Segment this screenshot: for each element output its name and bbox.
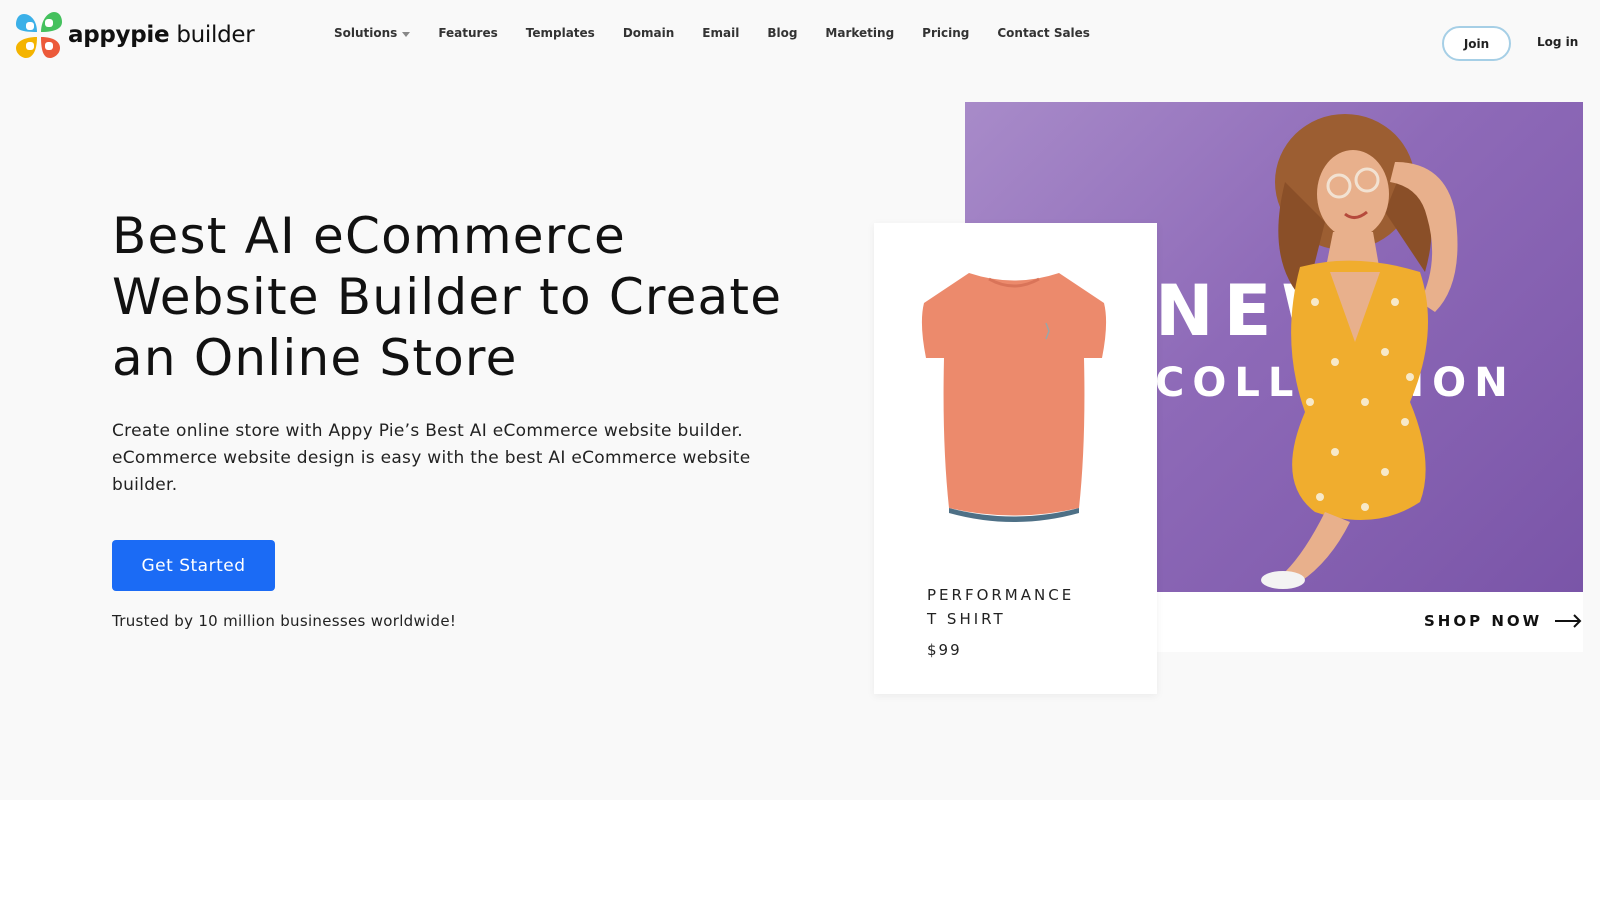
nav-item-features[interactable]: Features [438,26,497,40]
trusted-text: Trusted by 10 million businesses worldwi… [112,612,457,630]
next-section [0,800,1600,900]
nav-item-domain[interactable]: Domain [623,26,674,40]
nav-item-blog[interactable]: Blog [767,26,797,40]
nav-item-pricing[interactable]: Pricing [922,26,969,40]
nav-item-marketing[interactable]: Marketing [825,26,894,40]
nav-item-contact-sales[interactable]: Contact Sales [997,26,1090,40]
arrow-right-icon [1555,614,1582,628]
nav-item-templates[interactable]: Templates [526,26,595,40]
nav-item-email[interactable]: Email [702,26,739,40]
appypie-logo[interactable]: appypie builder [14,10,255,60]
site-header: appypie builder Solutions Features Templ… [0,0,1600,84]
hero-title: Best AI eCommerce Website Builder to Cre… [112,207,783,387]
shop-now-label: SHOP NOW [1424,612,1543,630]
shop-now-link[interactable]: SHOP NOW [1424,612,1582,630]
chevron-down-icon [402,32,411,37]
product-name: PERFORMANCE T SHIRT [927,586,1075,628]
logo-wordmark: appypie builder [68,22,255,48]
login-link[interactable]: Log in [1537,35,1578,49]
join-button[interactable]: Join [1442,26,1511,61]
get-started-button[interactable]: Get Started [112,540,275,591]
hero-description: Create online store with Appy Pie’s Best… [112,421,751,495]
product-price: $99 [927,641,962,659]
nav-item-solutions[interactable]: Solutions [334,26,411,40]
main-nav: Solutions Features Templates Domain Emai… [334,26,1118,40]
appypie-logo-icon [16,12,62,58]
model-photo [1261,114,1458,589]
product-card[interactable]: PERFORMANCE T SHIRT $99 [874,223,1157,694]
tshirt-image [921,273,1107,522]
